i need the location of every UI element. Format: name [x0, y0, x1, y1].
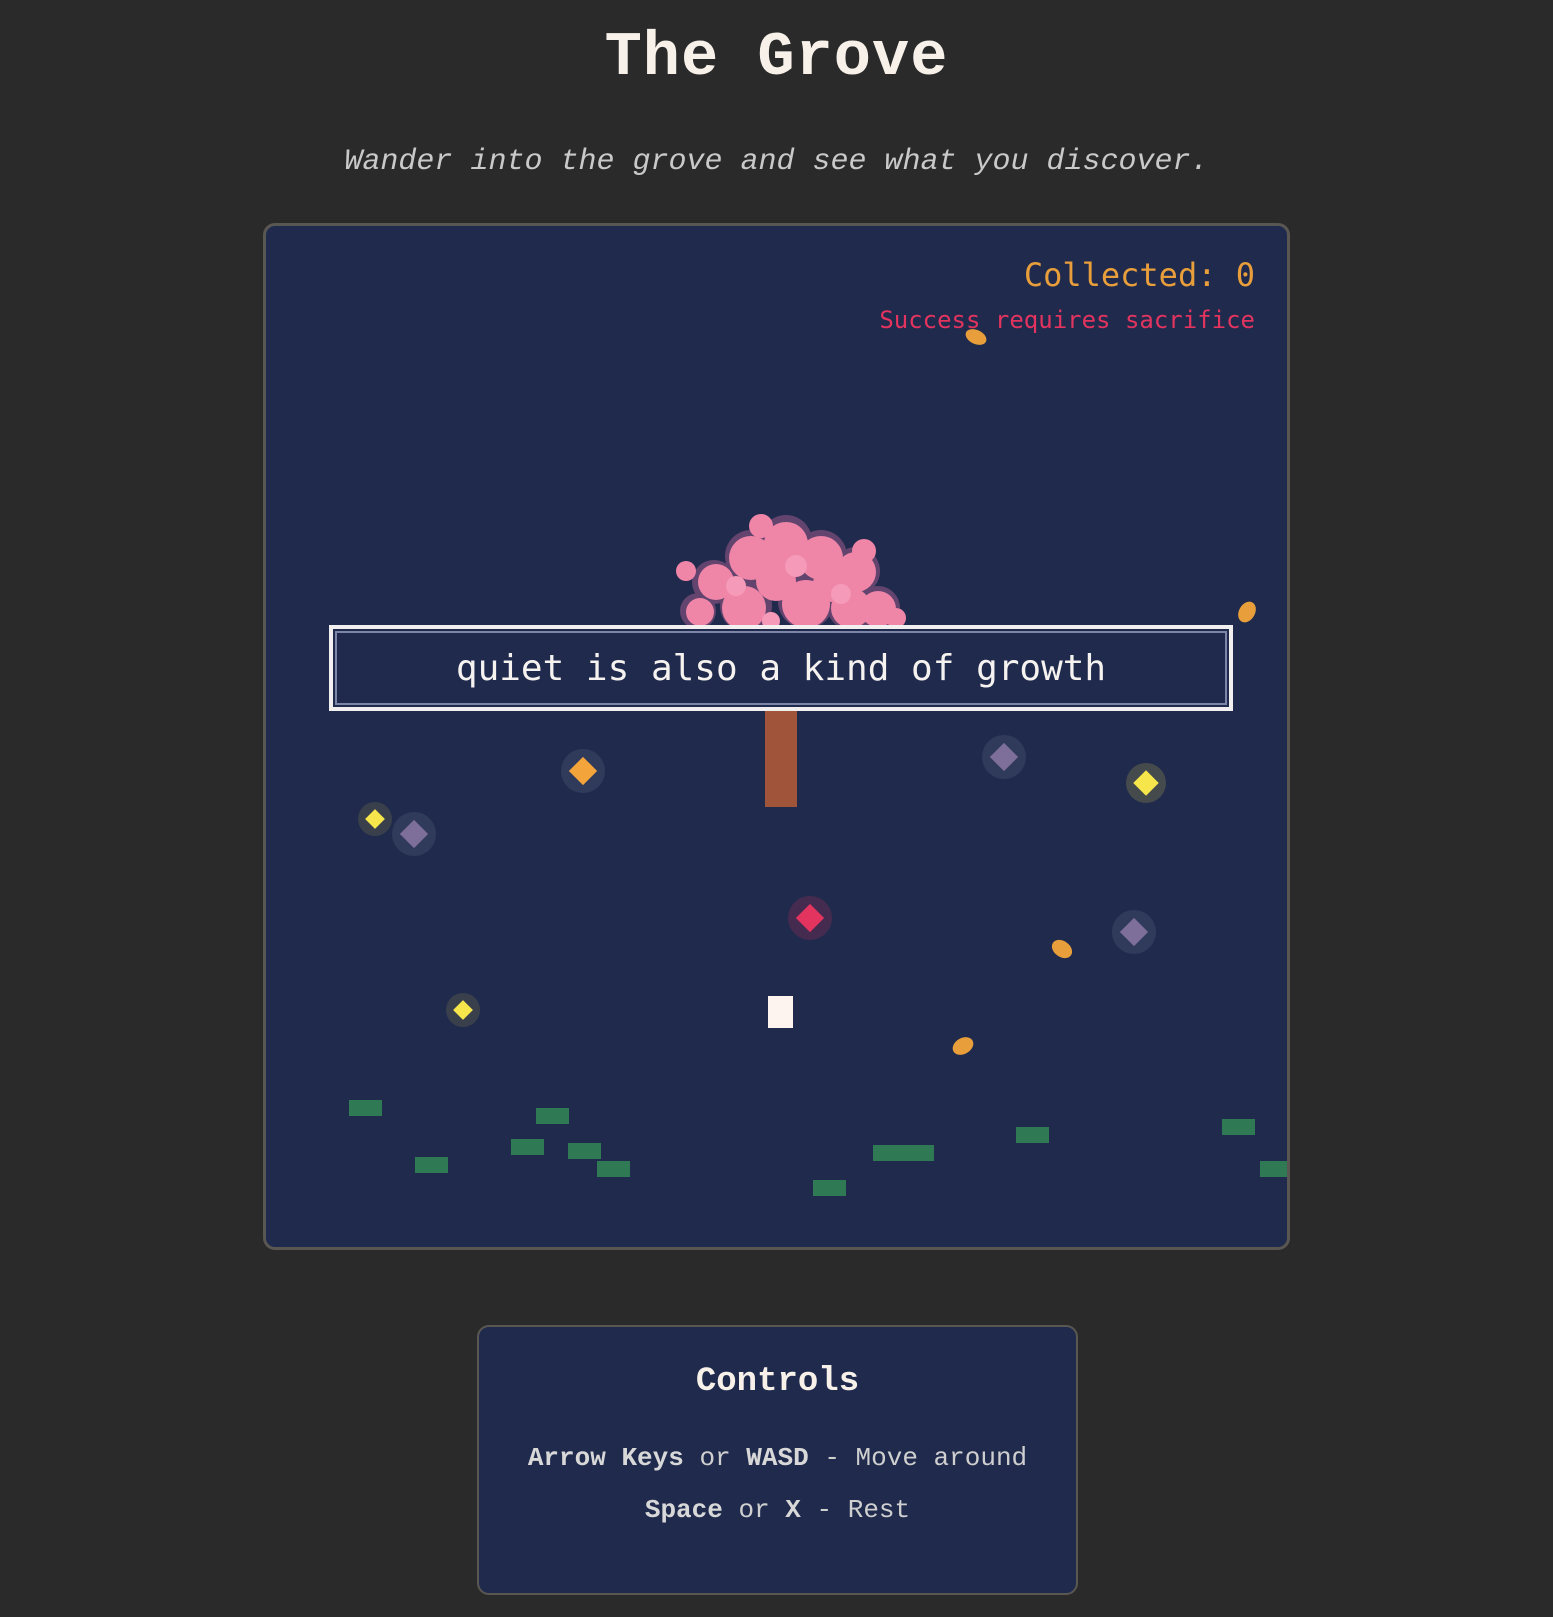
grass-tuft — [813, 1180, 846, 1196]
or-text: or — [738, 1495, 770, 1525]
controls-move-line: Arrow Keys or WASD - Move around — [479, 1443, 1076, 1473]
tree-canopy — [676, 514, 906, 632]
yellow-gem — [446, 993, 480, 1027]
grass-tuft — [415, 1157, 448, 1173]
falling-leaf — [952, 1037, 974, 1055]
grass-field — [349, 1100, 1287, 1196]
rest-description: - Rest — [816, 1495, 911, 1525]
grass-tuft — [1016, 1127, 1049, 1143]
key-space: Space — [644, 1495, 723, 1525]
grass-tuft — [511, 1139, 544, 1155]
move-description: - Move around — [824, 1443, 1028, 1473]
falling-leaf — [1238, 601, 1256, 623]
key-x: X — [785, 1495, 801, 1525]
orange-gem — [561, 749, 605, 793]
grass-tuft — [568, 1143, 601, 1159]
or-text: or — [699, 1443, 731, 1473]
collected-counter: Collected: 0 — [1023, 256, 1255, 294]
yellow-gem — [358, 802, 392, 836]
controls-rest-line: Space or X - Rest — [479, 1495, 1076, 1525]
player-sprite — [768, 996, 793, 1028]
game-canvas[interactable]: Collected: 0 Success requires sacrifice … — [263, 223, 1290, 1250]
grass-tuft — [901, 1145, 934, 1161]
key-arrow-keys: Arrow Keys — [527, 1443, 684, 1473]
grass-tuft — [1260, 1161, 1287, 1177]
grass-tuft — [597, 1161, 630, 1177]
falling-leaf — [1051, 939, 1073, 959]
grass-tuft — [536, 1108, 569, 1124]
warning-text: Success requires sacrifice — [879, 306, 1255, 334]
message-box: quiet is also a kind of growth — [329, 625, 1233, 711]
page-subtitle: Wander into the grove and see what you d… — [344, 145, 1209, 179]
purple-gem — [982, 735, 1026, 779]
page-title: The Grove — [604, 22, 949, 93]
grass-tuft — [349, 1100, 382, 1116]
controls-panel: Controls Arrow Keys or WASD - Move aroun… — [477, 1325, 1078, 1595]
yellow-gem — [1126, 763, 1166, 803]
controls-title: Controls — [695, 1363, 860, 1401]
message-text: quiet is also a kind of growth — [455, 647, 1107, 689]
key-wasd: WASD — [746, 1443, 809, 1473]
purple-gem — [392, 812, 436, 856]
red-gem — [788, 896, 832, 940]
purple-gem — [1112, 910, 1156, 954]
grass-tuft — [1222, 1119, 1255, 1135]
game-scene — [349, 329, 1287, 1196]
